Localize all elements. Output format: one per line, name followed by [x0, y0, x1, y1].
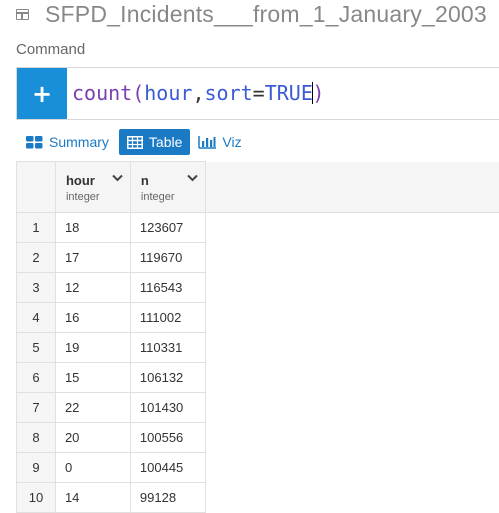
- table-row[interactable]: 2 17 119670: [16, 242, 499, 273]
- row-number: 2: [16, 242, 56, 273]
- row-number: 8: [16, 422, 56, 453]
- table-empty-area: [204, 302, 499, 333]
- table-row[interactable]: 7 22 101430: [16, 392, 499, 423]
- row-number: 6: [16, 362, 56, 393]
- row-number: 5: [16, 332, 56, 363]
- row-number: 7: [16, 392, 56, 423]
- cell-hour[interactable]: 20: [54, 422, 131, 453]
- table-row[interactable]: 6 15 106132: [16, 362, 499, 393]
- table-empty-area: [204, 332, 499, 363]
- tab-summary-label: Summary: [49, 134, 109, 150]
- command-equals: =: [252, 81, 265, 105]
- tab-viz[interactable]: Viz: [190, 129, 249, 155]
- cell-hour[interactable]: 18: [54, 212, 131, 243]
- cell-n[interactable]: 110331: [129, 332, 206, 363]
- bar-chart-icon: [198, 135, 217, 149]
- tab-summary[interactable]: Summary: [16, 129, 119, 155]
- table-row[interactable]: 1 18 123607: [16, 212, 499, 243]
- command-comma: ,: [192, 81, 205, 105]
- data-grid[interactable]: hour integer n integer 1 18 123607 2 17 11967…: [16, 161, 499, 513]
- column-header-hour[interactable]: hour integer: [54, 161, 131, 213]
- table-row[interactable]: 4 16 111002: [16, 302, 499, 333]
- table-icon: [126, 135, 143, 149]
- table-body: 1 18 123607 2 17 119670 3 12 116543 4 16 111002 5 19 1…: [16, 212, 499, 513]
- chevron-down-icon[interactable]: [187, 174, 198, 182]
- cell-n[interactable]: 100445: [129, 452, 206, 483]
- row-number: 1: [16, 212, 56, 243]
- dataset-title: SFPD_Incidents___from_1_January_2003: [45, 1, 487, 27]
- cell-hour[interactable]: 15: [54, 362, 131, 393]
- row-number-header: [16, 161, 56, 213]
- cell-hour[interactable]: 22: [54, 392, 131, 423]
- column-type: integer: [65, 191, 100, 203]
- plus-icon: +: [31, 79, 53, 108]
- cell-n[interactable]: 101430: [129, 392, 206, 423]
- table-empty-area: [204, 392, 499, 423]
- table-row[interactable]: 9 0 100445: [16, 452, 499, 483]
- column-header-n[interactable]: n integer: [129, 161, 206, 213]
- cell-n[interactable]: 100556: [129, 422, 206, 453]
- command-arg1: hour: [144, 81, 193, 105]
- row-number: 3: [16, 272, 56, 303]
- chevron-down-icon[interactable]: [112, 174, 123, 182]
- table-row[interactable]: 8 20 100556: [16, 422, 499, 453]
- table-header-row: hour integer n integer: [16, 161, 499, 213]
- view-tabs: Summary Table Viz: [16, 129, 250, 155]
- command-input[interactable]: count(hour,sort=TRUE): [72, 81, 324, 105]
- table-empty-area: [204, 452, 499, 483]
- command-arg2-value: TRUE: [264, 81, 313, 105]
- cell-hour[interactable]: 14: [54, 482, 131, 513]
- table-row[interactable]: 5 19 110331: [16, 332, 499, 363]
- cell-hour[interactable]: 17: [54, 242, 131, 273]
- column-type: integer: [140, 191, 175, 203]
- cell-n[interactable]: 106132: [129, 362, 206, 393]
- cell-n[interactable]: 99128: [129, 482, 206, 513]
- tab-viz-label: Viz: [222, 134, 242, 150]
- cell-n[interactable]: 111002: [129, 302, 206, 333]
- command-function: count: [72, 81, 133, 105]
- table-empty-area: [204, 362, 499, 393]
- command-editor[interactable]: + count(hour,sort=TRUE): [16, 67, 499, 120]
- table-empty-area: [204, 272, 499, 303]
- cell-hour[interactable]: 16: [54, 302, 131, 333]
- table-empty-area: [204, 482, 499, 513]
- cell-n[interactable]: 119670: [129, 242, 206, 273]
- table-empty-area: [204, 242, 499, 273]
- table-row[interactable]: 10 14 99128: [16, 482, 499, 513]
- table-row[interactable]: 3 12 116543: [16, 272, 499, 303]
- row-number: 10: [16, 482, 56, 513]
- table-empty-area: [204, 161, 499, 213]
- tab-table-label: Table: [148, 134, 183, 150]
- table-icon: [16, 9, 29, 20]
- table-empty-area: [204, 212, 499, 243]
- command-open-paren: (: [132, 81, 145, 105]
- dataset-title-bar: SFPD_Incidents___from_1_January_2003: [0, 0, 499, 34]
- row-number: 4: [16, 302, 56, 333]
- cell-hour[interactable]: 0: [54, 452, 131, 483]
- tab-table[interactable]: Table: [118, 129, 191, 155]
- add-command-button[interactable]: +: [17, 68, 67, 119]
- cell-n[interactable]: 123607: [129, 212, 206, 243]
- row-number: 9: [16, 452, 56, 483]
- command-label: Command: [16, 41, 86, 58]
- cell-hour[interactable]: 19: [54, 332, 131, 363]
- cell-hour[interactable]: 12: [54, 272, 131, 303]
- command-close-paren: ): [312, 81, 325, 105]
- summary-icon: [26, 135, 43, 148]
- table-empty-area: [204, 422, 499, 453]
- cell-n[interactable]: 116543: [129, 272, 206, 303]
- command-arg2-name: sort: [204, 81, 253, 105]
